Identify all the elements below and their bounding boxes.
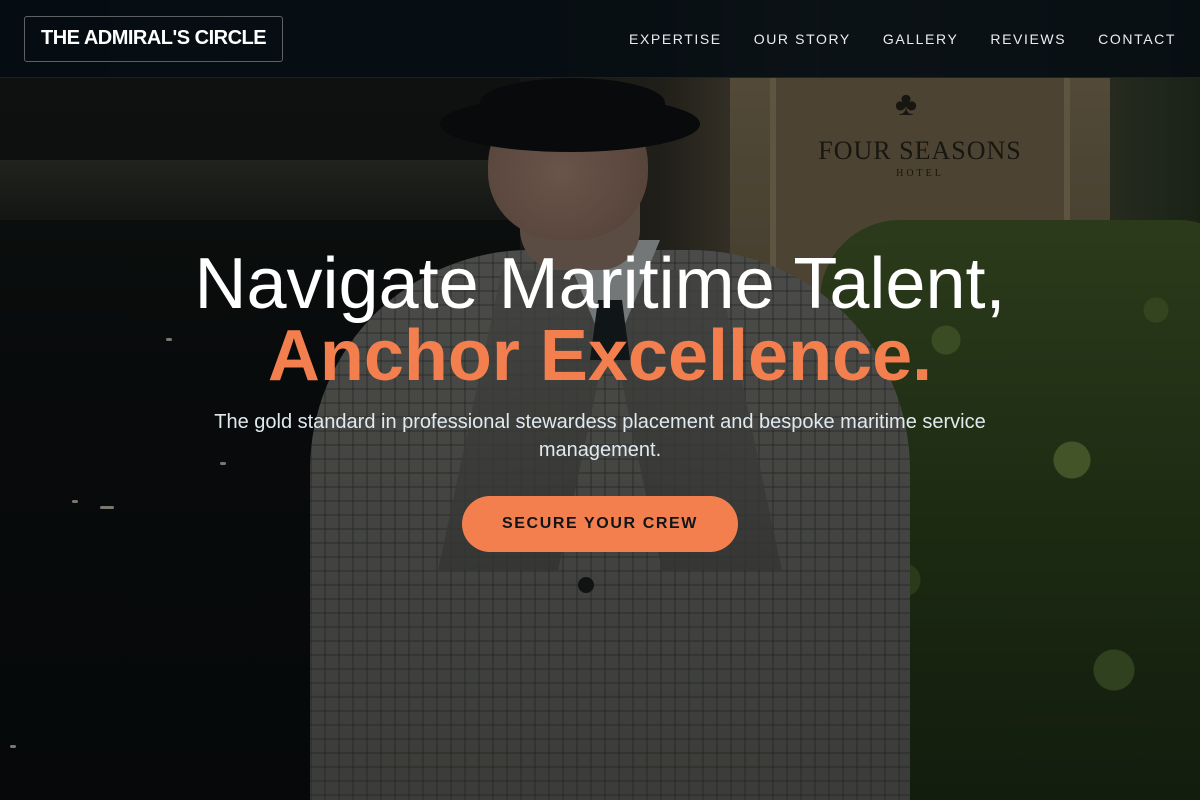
secure-your-crew-button[interactable]: SECURE YOUR CREW [462, 496, 738, 552]
nav-link-our-story[interactable]: OUR STORY [754, 31, 851, 47]
main-nav: EXPERTISE OUR STORY GALLERY REVIEWS CONT… [629, 31, 1176, 47]
hero-title-line1: Navigate Maritime Talent, [194, 244, 1006, 324]
nav-link-expertise[interactable]: EXPERTISE [629, 31, 722, 47]
nav-link-gallery[interactable]: GALLERY [883, 31, 959, 47]
site-header: THE ADMIRAL'S CIRCLE EXPERTISE OUR STORY… [0, 0, 1200, 78]
hero-section: Navigate Maritime Talent, Anchor Excelle… [0, 78, 1200, 800]
hero-subtitle: The gold standard in professional stewar… [214, 411, 986, 461]
nav-link-reviews[interactable]: REVIEWS [990, 31, 1066, 47]
brand-logo[interactable]: THE ADMIRAL'S CIRCLE [24, 15, 284, 62]
nav-link-contact[interactable]: CONTACT [1098, 31, 1176, 47]
hero-title-line2: Anchor Excellence. [267, 316, 933, 396]
